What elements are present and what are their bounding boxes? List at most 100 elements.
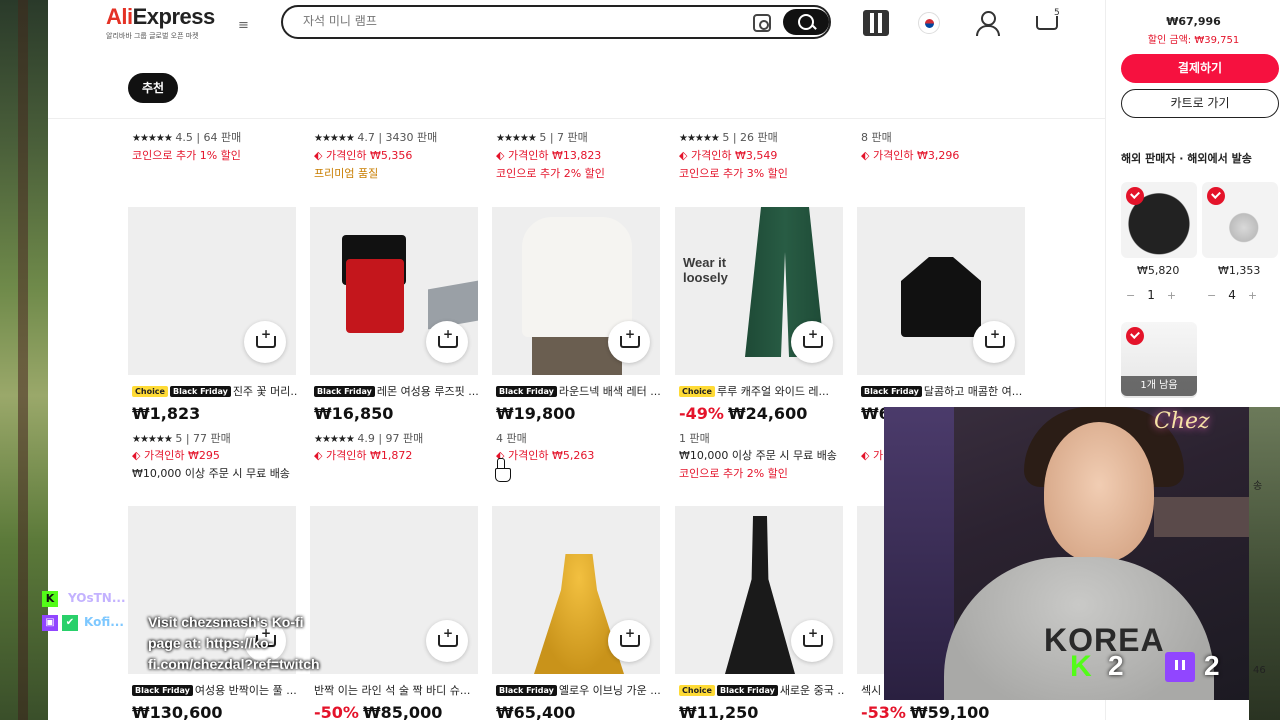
- choice-badge: Choice: [679, 685, 715, 696]
- add-to-cart-button[interactable]: [791, 321, 833, 363]
- product-image[interactable]: [128, 207, 296, 375]
- add-to-cart-button[interactable]: [791, 620, 833, 662]
- black-friday-badge: Black Friday: [132, 685, 193, 696]
- product-price: ₩16,850: [314, 404, 394, 423]
- header-divider: [48, 118, 1105, 119]
- stream-frame: AliExpress 알리바바 그룹 글로벌 오픈 마켓 ≡ 5 추천 ★★★★…: [0, 0, 1280, 720]
- menu-icon[interactable]: ≡: [238, 18, 252, 33]
- product-title[interactable]: 반짝 이는 라인 석 술 짝 바디 슈...: [314, 682, 480, 698]
- korea-flag-icon[interactable]: [918, 12, 940, 34]
- product-image[interactable]: [492, 207, 660, 375]
- add-to-cart-button[interactable]: [426, 321, 468, 363]
- black-friday-badge: Black Friday: [169, 386, 231, 397]
- background-forest: [0, 0, 48, 720]
- black-friday-badge: Black Friday: [496, 685, 557, 696]
- add-to-cart-button[interactable]: [973, 321, 1015, 363]
- product-image[interactable]: [310, 207, 478, 375]
- qr-code-icon[interactable]: [863, 10, 889, 36]
- product-price: ₩11,250: [679, 703, 759, 720]
- price-cut: ⬖ 가격인하 ₩3,296: [861, 149, 960, 162]
- rating-line: ★★★★★ 5 | 77 판매: [132, 432, 231, 445]
- promo-line: 코인으로 추가 2% 할인: [496, 167, 605, 180]
- plus-icon: +: [1247, 289, 1258, 302]
- cart-discount: 할인 금액: ₩39,751: [1147, 35, 1240, 46]
- search-input[interactable]: [303, 14, 723, 28]
- product-title[interactable]: Choice Black Friday 진주 꽃 머리...: [132, 383, 298, 399]
- product-title[interactable]: Choice 루루 캐주얼 와이드 레...: [679, 383, 845, 399]
- cart-item-image[interactable]: [1121, 182, 1197, 258]
- checkbox-checked-icon[interactable]: [1207, 187, 1225, 205]
- price-cut: ⬖ 가격인하 ₩295: [132, 449, 220, 462]
- checkout-button[interactable]: 결제하기: [1121, 54, 1279, 83]
- hoodie-text: KOREA: [1044, 622, 1165, 658]
- tab-recommended[interactable]: 추천: [128, 73, 179, 103]
- chat-overlay: K YOsTN... ▣ ✔ Kofi...: [42, 588, 126, 636]
- product-title[interactable]: Black Friday 레몬 여성용 루즈핏 ...: [314, 383, 480, 399]
- black-friday-badge: Black Friday: [496, 386, 557, 397]
- twitch-icon: [1165, 652, 1195, 682]
- logo-subtitle: 알리바바 그룹 글로벌 오픈 마켓: [106, 32, 199, 40]
- kick-icon: K: [1070, 650, 1092, 683]
- cart-count: 5: [1054, 8, 1060, 18]
- aliexpress-logo[interactable]: AliExpress 알리바바 그룹 글로벌 오픈 마켓: [106, 4, 215, 41]
- black-friday-badge: Black Friday: [861, 386, 922, 397]
- rating-line: ★★★★★ 5 | 7 판매: [496, 131, 588, 144]
- plus-icon: +: [1166, 289, 1177, 302]
- add-to-cart-button[interactable]: [426, 620, 468, 662]
- product-image[interactable]: [857, 207, 1025, 375]
- cart-item-price: ₩1,353: [1218, 264, 1261, 277]
- rating-line: ★★★★★ 4.7 | 3430 판매: [314, 131, 438, 144]
- rating-line: ★★★★★ 5 | 26 판매: [679, 131, 778, 144]
- kick-viewer-count: 2: [1108, 650, 1124, 681]
- quantity-stepper[interactable]: −1 +: [1114, 288, 1188, 302]
- account-icon[interactable]: [974, 10, 1000, 36]
- product-title[interactable]: Black Friday 달콤하고 매콤한 여...: [861, 383, 1027, 399]
- kofi-badge-icon: ✔: [62, 614, 78, 631]
- go-to-cart-button[interactable]: 카트로 가기: [1121, 89, 1279, 118]
- hand-cursor-icon: [495, 458, 511, 482]
- neon-sign: Chez: [1154, 409, 1210, 434]
- checkbox-checked-icon[interactable]: [1126, 327, 1144, 345]
- product-image[interactable]: Wear it loosely: [675, 207, 843, 375]
- product-title[interactable]: Choice Black Friday 새로운 중국 ...: [679, 682, 845, 698]
- quantity-stepper[interactable]: −4 +: [1195, 288, 1269, 302]
- price-cut: ⬖ 가격인하 ₩13,823: [496, 149, 602, 162]
- black-friday-badge: Black Friday: [716, 685, 778, 696]
- seller-section-title: 해외 판매자 · 해외에서 발송: [1121, 152, 1252, 165]
- choice-badge: Choice: [132, 386, 168, 397]
- product-title[interactable]: Black Friday 여성용 반짝이는 풀 ...: [132, 682, 298, 698]
- price-cut: ⬖ 가격인하 ₩1,872: [314, 449, 413, 462]
- price-cut: ⬖ 가: [861, 449, 884, 462]
- product-price: -53% ₩59,100: [861, 703, 990, 720]
- product-price: ₩1,823: [132, 404, 201, 423]
- image-caption: Wear it loosely: [683, 255, 728, 285]
- add-to-cart-button[interactable]: [608, 321, 650, 363]
- product-image[interactable]: [675, 506, 843, 674]
- image-search-icon[interactable]: [753, 14, 771, 32]
- add-to-cart-button[interactable]: [244, 321, 286, 363]
- chat-line: K YOsTN...: [42, 588, 126, 612]
- black-friday-badge: Black Friday: [314, 386, 375, 397]
- checkbox-checked-icon[interactable]: [1126, 187, 1144, 205]
- sold-line: 1 판매: [679, 432, 710, 445]
- add-to-cart-button[interactable]: [608, 620, 650, 662]
- background-strip: 송 46: [1249, 407, 1280, 720]
- cart-item-image[interactable]: [1202, 182, 1278, 258]
- cart-total: ₩67,996: [1166, 15, 1221, 28]
- twitch-badge-icon: ▣: [42, 614, 58, 631]
- search-button[interactable]: [783, 9, 829, 35]
- product-price: -50% ₩85,000: [314, 703, 443, 720]
- price-cut: ⬖ 가격인하 ₩3,549: [679, 149, 778, 162]
- price-cut: ⬖ 가격인하 ₩5,356: [314, 149, 413, 162]
- stars-icon: ★★★★★: [132, 434, 173, 445]
- promo-line: 프리미엄 품질: [314, 167, 379, 180]
- product-title[interactable]: Black Friday 옐로우 이브닝 가운 ...: [496, 682, 662, 698]
- rating-line: ★★★★★ 4.9 | 97 판매: [314, 432, 424, 445]
- stars-icon: ★★★★★: [132, 133, 173, 144]
- product-image[interactable]: [492, 506, 660, 674]
- search-bar: [281, 5, 831, 39]
- minus-icon: −: [1207, 289, 1217, 302]
- sold-line: 4 판매: [496, 432, 527, 445]
- product-title[interactable]: Black Friday 라운드넥 배색 레터 ...: [496, 383, 662, 399]
- twitch-viewer-count: 2: [1204, 650, 1220, 681]
